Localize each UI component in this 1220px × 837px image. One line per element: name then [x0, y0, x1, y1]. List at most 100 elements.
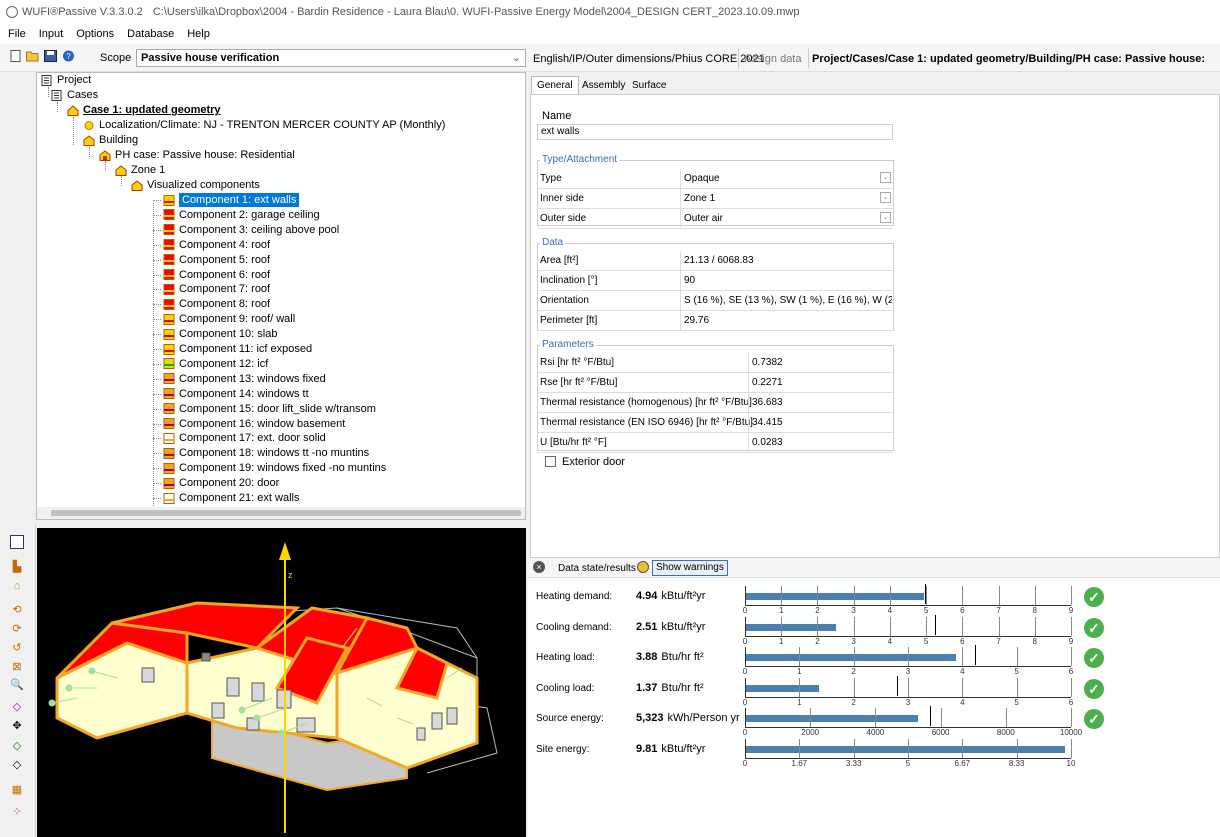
tree-node-phcase[interactable]: PH case: Passive house: Residential — [99, 148, 295, 162]
property-value[interactable]: Outer air — [681, 213, 874, 224]
menu-options[interactable]: Options — [76, 28, 114, 40]
tree-node-component[interactable]: Component 14: windows tt — [163, 387, 309, 401]
tree-connector — [153, 453, 161, 455]
property-value[interactable]: Opaque — [681, 173, 874, 184]
chevron-down-icon[interactable]: ⌄ — [880, 172, 891, 183]
tree-node-zone[interactable]: Zone 1 — [115, 163, 165, 177]
tab-general[interactable]: General — [531, 76, 579, 95]
chevron-down-icon[interactable]: ⌄ — [880, 212, 891, 223]
tick-label: 7 — [996, 636, 1001, 646]
tick-label: 3 — [851, 636, 856, 646]
tree-node-component[interactable]: Component 3: ceiling above pool — [163, 223, 339, 237]
tree-node-component[interactable]: Component 21: ext walls — [163, 491, 299, 505]
tree-node-component[interactable]: Component 2: garage ceiling — [163, 208, 320, 222]
project-tree[interactable]: Project Cases Case 1: updated geometry L… — [36, 72, 526, 520]
tree-connector — [153, 334, 161, 336]
outline-surface-icon[interactable]: ◇ — [10, 758, 24, 772]
hscroll-thumb[interactable] — [51, 510, 521, 516]
zoom-extents-icon[interactable]: ⊠ — [10, 660, 24, 674]
tree-connector — [153, 408, 161, 410]
property-row: Area [ft²] 21.13 / 6068.83 — [538, 251, 893, 271]
menu-help[interactable]: Help — [187, 28, 210, 40]
tree-connector — [153, 200, 161, 201]
open-folder-icon[interactable] — [26, 50, 39, 62]
axis-tick — [1016, 677, 1018, 697]
add-surface-icon[interactable]: ◇ — [10, 739, 24, 753]
window-icon[interactable] — [10, 535, 24, 549]
axis-tick — [1016, 647, 1018, 666]
help-icon[interactable]: ? — [62, 50, 75, 62]
tree-node-case1[interactable]: Case 1: updated geometry — [67, 103, 221, 117]
tree-connector — [153, 423, 161, 425]
tree-node-component[interactable]: Component 17: ext. door solid — [163, 431, 326, 445]
tree-node-project[interactable]: Project — [41, 73, 91, 87]
tree-node-component[interactable]: Component 19: windows fixed -no muntins — [163, 461, 386, 475]
chevron-down-icon[interactable]: ⌄ — [880, 192, 891, 203]
result-number: 5,323 — [636, 712, 664, 724]
tree-node-component[interactable]: Component 10: slab — [163, 327, 277, 341]
tree-node-component[interactable]: Component 6: roof — [163, 268, 270, 282]
tree-node-component[interactable]: Component 9: roof/ wall — [163, 312, 295, 326]
assign-data-button[interactable]: Assign data — [744, 53, 801, 65]
file-path: C:\Users\ilka\Dropbox\2004 - Bardin Resi… — [152, 6, 800, 18]
tree-node-component[interactable]: Component 18: windows tt -no muntins — [163, 446, 369, 460]
tree-hscrollbar[interactable] — [37, 507, 525, 519]
house-dropdown-icon[interactable]: ⌂ — [10, 579, 24, 593]
points-icon[interactable]: ⁘ — [10, 805, 24, 819]
tree-node-visualized[interactable]: Visualized components — [131, 178, 260, 192]
tree-node-component[interactable]: Component 1: ext walls — [163, 193, 300, 207]
close-icon[interactable]: × — [533, 561, 545, 573]
exterior-door-checkbox[interactable] — [545, 456, 556, 467]
tick-label: 0 — [742, 667, 748, 676]
name-field[interactable]: ext walls — [537, 124, 893, 140]
tree-node-component[interactable]: Component 8: roof — [163, 297, 270, 311]
tree-node-building[interactable]: Building — [83, 133, 138, 147]
result-bar — [745, 715, 919, 722]
rotate-y-icon[interactable]: ⟳ — [10, 622, 24, 636]
window-grid-icon[interactable]: ▦ — [10, 783, 24, 797]
tree-node-component[interactable]: Component 7: roof — [163, 282, 270, 296]
tree-node-component[interactable]: Component 4: roof — [163, 238, 270, 252]
rotate-icon[interactable]: ⟲ — [10, 603, 24, 617]
check-icon: ✓ — [1084, 709, 1104, 729]
toolbar-divider — [738, 48, 739, 68]
tree-node-component[interactable]: Component 12: icf — [163, 357, 268, 371]
menu-input[interactable]: Input — [39, 28, 63, 40]
show-warnings-button[interactable]: Show warnings — [652, 560, 728, 576]
units-setting[interactable]: English/IP/Outer dimensions/Phius CORE 2… — [533, 53, 765, 65]
property-label: Orientation — [540, 295, 589, 306]
tree-node-component[interactable]: Component 20: door — [163, 476, 279, 490]
property-row: Orientation S (16 %), SE (13 %), SW (1 %)… — [538, 291, 893, 311]
property-row: Perimeter [ft] 29.76 — [538, 311, 893, 331]
zoom-icon[interactable]: 🔍 — [10, 678, 24, 692]
axis-tick — [1071, 738, 1072, 758]
scope-select[interactable]: Passive house verification ⌄ — [136, 49, 526, 67]
axis-tick — [962, 677, 964, 697]
axis-tick — [745, 586, 746, 605]
new-file-icon[interactable] — [9, 50, 22, 62]
menu-database[interactable]: Database — [127, 28, 174, 40]
tree-node-climate[interactable]: Localization/Climate: NJ - TRENTON MERCE… — [83, 118, 445, 132]
save-icon[interactable] — [44, 50, 57, 62]
target-marker — [935, 614, 937, 635]
add-component-icon[interactable]: ▙ — [10, 560, 24, 574]
property-row: Rse [hr ft² °F/Btu] 0.2271 — [538, 373, 893, 393]
move-icon[interactable]: ✥ — [10, 719, 24, 733]
edit-surface-icon[interactable]: ◇ — [10, 700, 24, 714]
tree-connector — [48, 87, 49, 97]
data-state-label[interactable]: Data state/results — [558, 563, 636, 574]
component-icon — [163, 477, 175, 489]
tree-node-component[interactable]: Component 11: icf exposed — [163, 342, 312, 356]
tree-node-component[interactable]: Component 16: window basement — [163, 417, 345, 431]
tree-node-component[interactable]: Component 13: windows fixed — [163, 372, 326, 386]
tree-node-cases[interactable]: Cases — [51, 88, 98, 102]
3d-view[interactable]: z — [37, 528, 526, 837]
tree-node-component[interactable]: Component 5: roof — [163, 253, 270, 267]
menu-file[interactable]: File — [8, 28, 26, 40]
rotate-z-icon[interactable]: ↺ — [10, 641, 24, 655]
tick-label: 6 — [960, 636, 965, 646]
result-bar — [745, 654, 956, 661]
tree-node-component[interactable]: Component 15: door lift_slide w/transom — [163, 402, 376, 416]
property-value[interactable]: Zone 1 — [681, 193, 874, 204]
axis-tick — [889, 586, 891, 605]
